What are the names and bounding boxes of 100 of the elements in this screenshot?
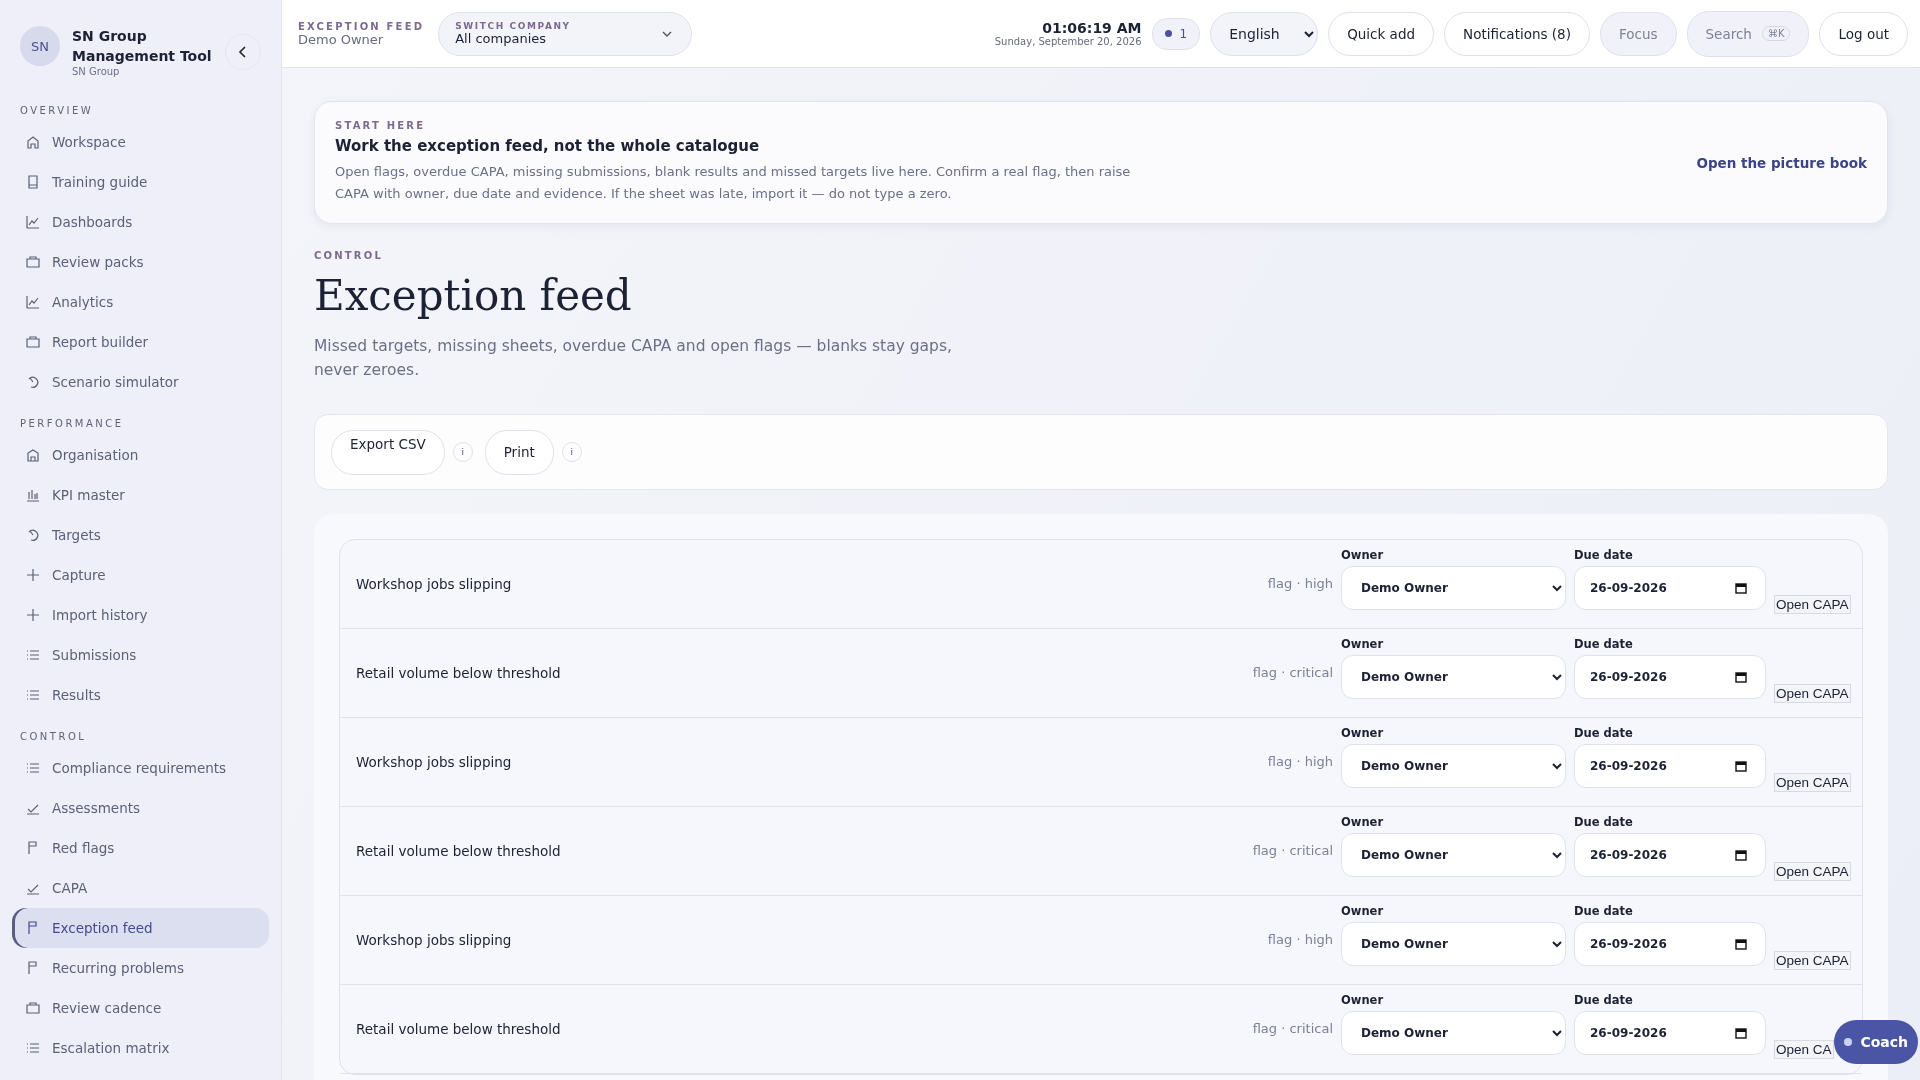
field-label: Owner [1341, 993, 1385, 1007]
home-icon [26, 135, 40, 149]
sidebar-item[interactable]: KPI master [12, 475, 269, 515]
plus-icon [26, 608, 40, 622]
open-capa-button[interactable]: Open CAPA [1774, 862, 1851, 881]
due-date-field[interactable]: 26-09-2026 [1574, 655, 1766, 699]
notifications-button[interactable]: Notifications (8) [1444, 11, 1590, 56]
gauge-icon [26, 528, 40, 542]
quick-add-button[interactable]: Quick add [1328, 11, 1435, 56]
focus-button[interactable]: Focus [1599, 11, 1677, 56]
exception-title: Workshop jobs slipping [356, 932, 513, 948]
open-capa-button[interactable]: Open CAPA [1774, 684, 1851, 703]
page-subtitle: Missed targets, missing sheets, overdue CAPA and open flags — blanks stay gaps, never zeroes. [314, 336, 953, 381]
card-text: Open flags, overdue CAPA, missing submissions, blank results and missed targets live here. Confirm a real flag, then raise CAPA with owner, due date and evidence. If the sheet was late, import it — do not type a zero. [335, 163, 1132, 203]
action-button[interactable]: Print [484, 429, 554, 475]
card-eyebrow: START HERE [335, 120, 427, 131]
clock-time: 01:06:19 AM [1042, 20, 1142, 36]
sidebar-item[interactable]: Recurring problems [12, 948, 269, 988]
owner-select[interactable]: Demo Owner [1341, 833, 1566, 877]
exception-meta: flag · high [1267, 576, 1333, 591]
exception-meta: flag · high [1267, 932, 1333, 947]
gauge-icon [26, 375, 40, 389]
building-icon [26, 448, 40, 462]
field-label: Owner [1341, 904, 1385, 918]
owner-select[interactable]: Demo Owner [1341, 1011, 1566, 1055]
sidebar-item[interactable]: Results [12, 675, 269, 715]
language-select[interactable]: English [1210, 11, 1319, 56]
exception-title: Retail volume below threshold [356, 665, 562, 681]
open-capa-button[interactable]: Open CA [1774, 1040, 1834, 1059]
sidebar-item[interactable]: CAPA [12, 868, 269, 908]
owner-select[interactable]: Demo Owner [1341, 922, 1566, 966]
sidebar-item[interactable]: Report builder [12, 322, 269, 362]
sidebar-item[interactable]: Import history [12, 595, 269, 635]
flag-icon [26, 841, 40, 855]
chart-icon [26, 295, 40, 309]
list-icon [26, 688, 40, 702]
bar-chart-icon [26, 488, 40, 502]
chevron-left-icon [238, 46, 248, 58]
logout-button[interactable]: Log out [1819, 11, 1908, 56]
exception-meta: flag · high [1267, 754, 1333, 769]
field-label: Due date [1574, 993, 1634, 1007]
owner-select[interactable]: Demo Owner [1341, 566, 1566, 610]
due-date-field[interactable]: 26-09-2026 [1574, 1011, 1766, 1055]
due-date-field[interactable]: 26-09-2026 [1574, 744, 1766, 788]
picture-book-link[interactable]: Open the picture book [1696, 154, 1867, 171]
open-capa-button[interactable]: Open CAPA [1774, 773, 1851, 792]
section-heading: OVERVIEW [19, 105, 95, 116]
open-capa-button[interactable]: Open CAPA [1774, 595, 1851, 614]
field-label: Due date [1574, 726, 1634, 740]
clock-date: Sunday, September 20, 2026 [994, 36, 1142, 47]
page-eyebrow: EXCEPTION FEED [298, 20, 425, 32]
field-label: Due date [1574, 904, 1634, 918]
field-label: Owner [1341, 637, 1385, 651]
sidebar-item[interactable]: Capture [12, 555, 269, 595]
action-button[interactable]: Export CSV [331, 429, 445, 475]
calendar-icon [1735, 938, 1747, 950]
plus-icon [26, 568, 40, 582]
card-title: Work the exception feed, not the whole catalogue [335, 137, 761, 155]
exception-title: Retail volume below threshold [356, 1021, 562, 1037]
sidebar-item[interactable]: Compliance requirements [12, 748, 269, 788]
sidebar-item[interactable]: Dashboards [12, 202, 269, 242]
sidebar-item[interactable]: Review cadence [12, 988, 269, 1028]
list-icon [26, 761, 40, 775]
owner-select[interactable]: Demo Owner [1341, 744, 1566, 788]
page-title: Exception feed [314, 271, 633, 320]
sidebar-item[interactable]: Assessments [12, 788, 269, 828]
chevron-down-icon [661, 29, 674, 38]
field-label: Due date [1574, 815, 1634, 829]
page-eyebrow: CONTROL [314, 250, 384, 261]
company-switcher[interactable]: SWITCH COMPANY All companies [438, 11, 693, 56]
book-icon [26, 175, 40, 189]
coach-button[interactable]: Coach [1834, 1020, 1918, 1064]
field-label: Owner [1341, 548, 1385, 562]
open-capa-button[interactable]: Open CAPA [1774, 951, 1851, 970]
sidebar-item[interactable]: Training guide [12, 162, 269, 202]
field-label: Owner [1341, 815, 1385, 829]
folder-icon [26, 255, 40, 269]
sidebar-item[interactable]: Escalation matrix [12, 1028, 269, 1068]
exception-meta: flag · critical [1252, 843, 1333, 858]
due-date-field[interactable]: 26-09-2026 [1574, 833, 1766, 877]
sidebar-item[interactable]: Scenario simulator [12, 362, 269, 402]
sidebar-item[interactable]: Analytics [12, 282, 269, 322]
calendar-icon [1735, 671, 1747, 683]
folder-icon [26, 335, 40, 349]
status-pill[interactable]: 1 [1151, 17, 1201, 50]
owner-select[interactable]: Demo Owner [1341, 655, 1566, 699]
field-label: Due date [1574, 637, 1634, 651]
calendar-icon [1735, 849, 1747, 861]
sidebar-item[interactable]: Workspace [12, 122, 269, 162]
sidebar-item[interactable]: Submissions [12, 635, 269, 675]
sidebar-item[interactable]: Red flags [12, 828, 269, 868]
sidebar-item[interactable]: Review packs [12, 242, 269, 282]
app-subtitle: SN Group [72, 66, 121, 77]
sidebar-item[interactable]: Organisation [12, 435, 269, 475]
field-label: Due date [1574, 548, 1634, 562]
search-button[interactable]: Search ⌘K [1686, 10, 1810, 57]
due-date-field[interactable]: 26-09-2026 [1574, 922, 1766, 966]
due-date-field[interactable]: 26-09-2026 [1574, 566, 1766, 610]
sidebar-item[interactable]: Exception feed [12, 908, 269, 948]
sidebar-item[interactable]: Targets [12, 515, 269, 555]
